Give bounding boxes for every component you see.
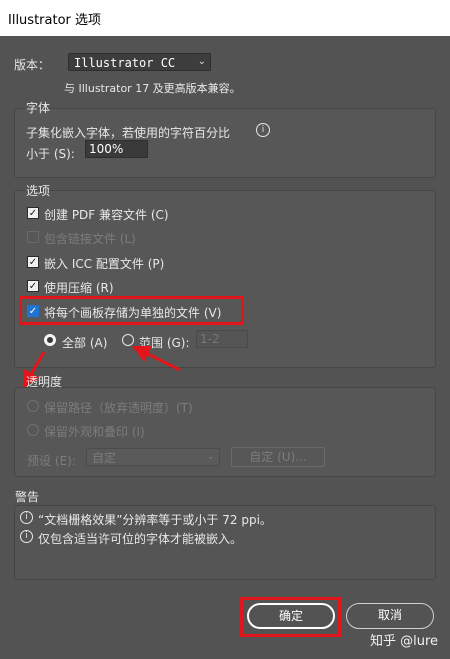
- transparency-group-title: 透明度: [26, 375, 63, 389]
- preset-select[interactable]: 自定 ⌄: [86, 448, 220, 466]
- info-icon: i: [20, 530, 33, 543]
- arrow-to-range: [131, 345, 181, 372]
- preserve-paths-label: 保留路径（放弃透明度）(T): [44, 401, 193, 415]
- watermark: 知乎 @lure: [370, 634, 439, 649]
- radio-preserve-paths[interactable]: [27, 400, 39, 412]
- preserve-appearance-label: 保留外观和叠印 (I): [44, 425, 145, 439]
- warning-item: “文档栅格效果”分辨率等于或小于 72 ppi。: [38, 513, 272, 527]
- chevron-down-icon: ⌄: [206, 451, 215, 462]
- preset-label: 预设 (E):: [27, 454, 76, 468]
- custom-button[interactable]: 自定 (U)...: [231, 447, 325, 467]
- radio-preserve-appearance[interactable]: [27, 424, 39, 436]
- cancel-button[interactable]: 取消: [346, 603, 434, 629]
- warning-item: 仅包含适当许可位的字体才能被嵌入。: [38, 532, 243, 546]
- preset-selected-value: 自定: [92, 451, 117, 465]
- warnings-title: 警告: [15, 490, 40, 504]
- ok-button[interactable]: 确定: [247, 603, 335, 629]
- info-icon: i: [20, 511, 33, 524]
